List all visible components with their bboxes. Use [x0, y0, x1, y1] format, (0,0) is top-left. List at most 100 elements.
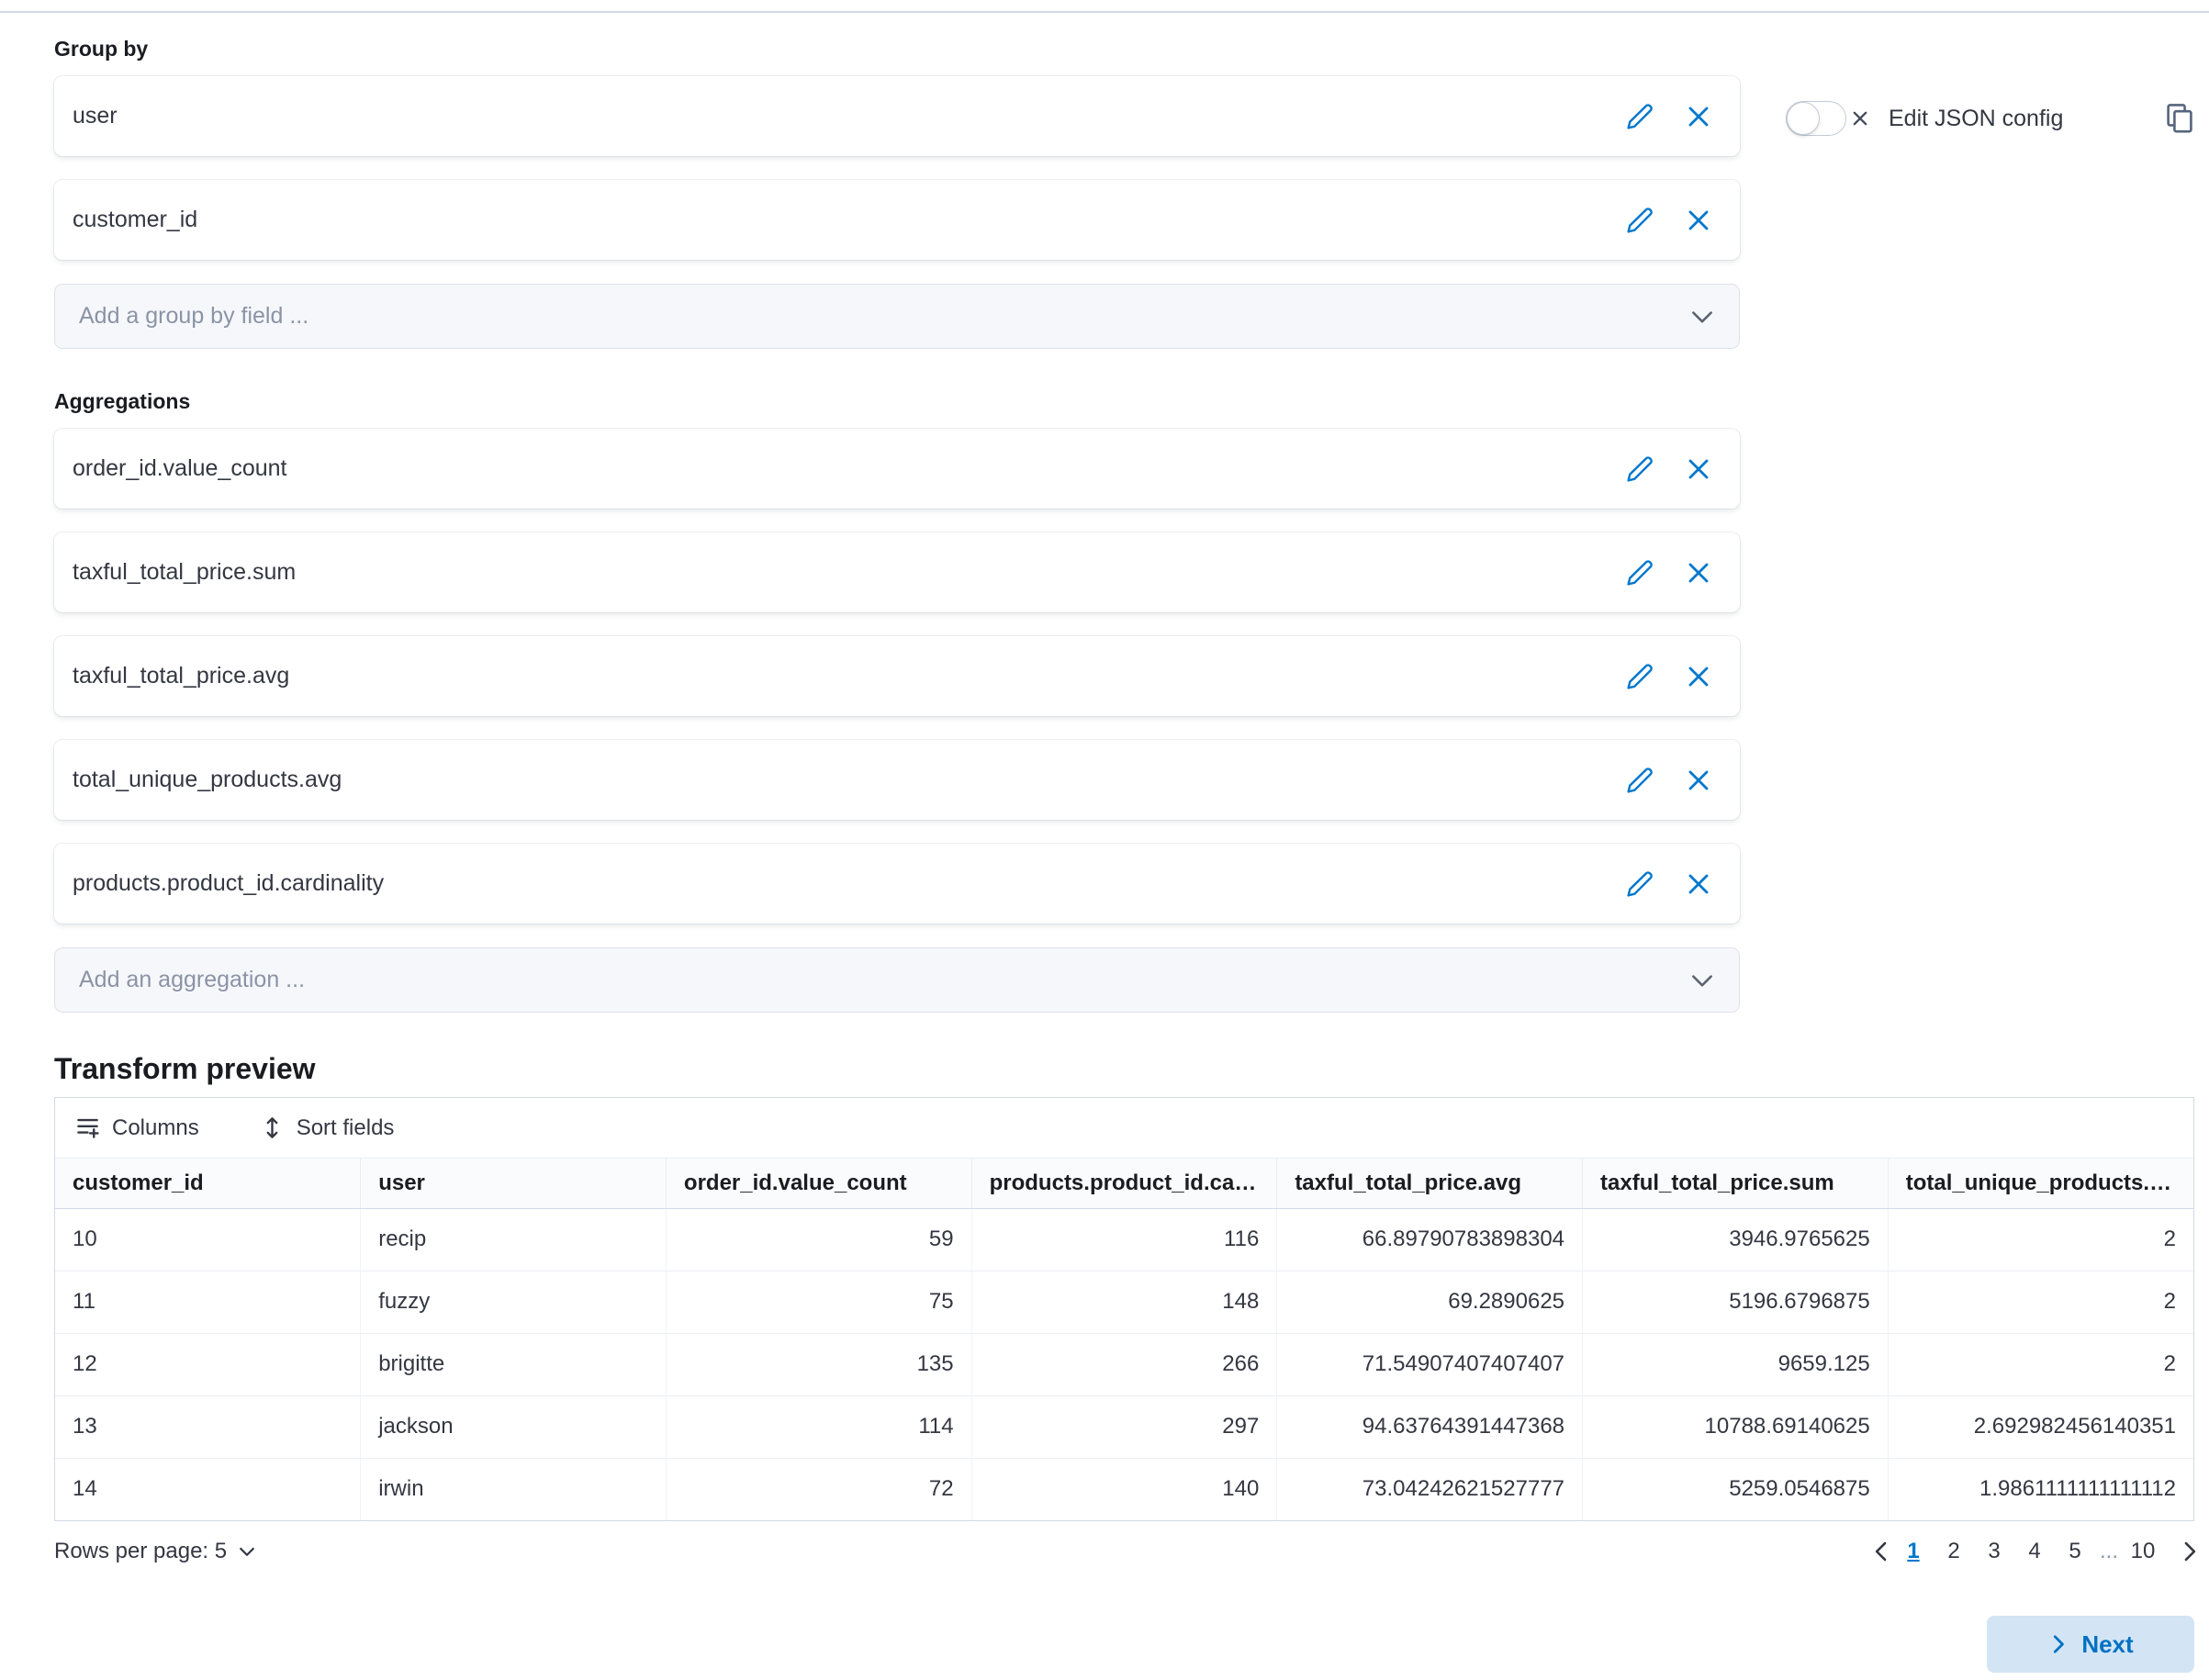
table-cell: 2: [1888, 1271, 2193, 1333]
table-cell: 94.63764391447368: [1277, 1395, 1583, 1458]
edit-json-toggle[interactable]: [1786, 101, 1846, 136]
remove-icon[interactable]: [1685, 559, 1712, 587]
table-cell: 10788.69140625: [1583, 1395, 1889, 1458]
table-cell: 148: [971, 1271, 1277, 1333]
table-cell: 297: [971, 1395, 1277, 1458]
group-by-field-label: user: [73, 103, 1595, 129]
aggregation-item: taxful_total_price.sum: [54, 532, 1740, 612]
table-cell: 140: [971, 1458, 1277, 1520]
edit-json-config-row: Edit JSON config: [1786, 101, 2194, 136]
next-button-label: Next: [2081, 1630, 2133, 1659]
remove-icon[interactable]: [1685, 767, 1712, 794]
table-row: 12brigitte13526671.549074074074079659.12…: [55, 1333, 2193, 1395]
columns-icon: [75, 1115, 100, 1140]
edit-icon[interactable]: [1626, 870, 1654, 898]
table-cell: 2: [1888, 1208, 2193, 1271]
transform-config-section: Group by user customer_id Add a group by …: [54, 37, 1740, 1035]
table-cell: 9659.125: [1583, 1333, 1889, 1395]
table-cell: 72: [666, 1458, 971, 1520]
column-header[interactable]: customer_id: [55, 1159, 361, 1208]
table-cell: 135: [666, 1333, 971, 1395]
aggregation-label: total_unique_products.avg: [73, 767, 1595, 793]
group-by-field-item: customer_id: [54, 180, 1740, 260]
sort-fields-button[interactable]: Sort fields: [260, 1115, 395, 1141]
wizard-actions: Next: [54, 1616, 2194, 1673]
edit-icon[interactable]: [1626, 559, 1654, 587]
table-cell: 5196.6796875: [1583, 1271, 1889, 1333]
rows-per-page-selector[interactable]: Rows per page: 5: [54, 1539, 258, 1564]
sort-fields-button-label: Sort fields: [297, 1115, 395, 1141]
page-ellipsis: ...: [2095, 1535, 2123, 1568]
column-header[interactable]: order_id.value_count: [666, 1159, 971, 1208]
table-cell: 12: [55, 1333, 361, 1395]
table-cell: brigitte: [361, 1333, 667, 1395]
table-cell: fuzzy: [361, 1271, 667, 1333]
group-by-field-label: customer_id: [73, 207, 1595, 233]
table-cell: irwin: [361, 1458, 667, 1520]
add-aggregation-combobox[interactable]: Add an aggregation ...: [54, 947, 1740, 1013]
column-header[interactable]: taxful_total_price.avg: [1277, 1159, 1583, 1208]
table-row: 13jackson11429794.6376439144736810788.69…: [55, 1395, 2193, 1458]
transform-preview-panel: Columns Sort fields customer_iduserorder…: [54, 1097, 2194, 1521]
edit-icon[interactable]: [1626, 455, 1654, 483]
remove-icon[interactable]: [1685, 103, 1712, 130]
next-page-icon[interactable]: [2170, 1540, 2194, 1563]
table-cell: 66.89790783898304: [1277, 1208, 1583, 1271]
toggle-off-icon: [1850, 108, 1870, 129]
table-cell: 75: [666, 1271, 971, 1333]
page-number[interactable]: 5: [2055, 1535, 2095, 1568]
column-header[interactable]: total_unique_products.a...: [1888, 1159, 2193, 1208]
page-number[interactable]: 10: [2123, 1535, 2163, 1568]
table-cell: 5259.0546875: [1583, 1458, 1889, 1520]
columns-button-label: Columns: [112, 1115, 199, 1141]
columns-button[interactable]: Columns: [75, 1115, 199, 1141]
edit-icon[interactable]: [1626, 103, 1654, 130]
table-cell: recip: [361, 1208, 667, 1271]
table-cell: 10: [55, 1208, 361, 1271]
add-aggregation-placeholder: Add an aggregation ...: [79, 967, 1689, 993]
aggregation-label: taxful_total_price.sum: [73, 559, 1595, 586]
table-cell: 1.9861111111111112: [1888, 1458, 2193, 1520]
add-group-by-combobox[interactable]: Add a group by field ...: [54, 284, 1740, 349]
edit-json-config-label: Edit JSON config: [1889, 106, 2063, 132]
table-row: 10recip5911666.897907838983043946.976562…: [55, 1208, 2193, 1271]
page-number[interactable]: 2: [1934, 1535, 1974, 1568]
chevron-right-icon: [2047, 1633, 2069, 1655]
edit-icon[interactable]: [1626, 767, 1654, 794]
aggregation-item: products.product_id.cardinality: [54, 844, 1740, 924]
page-number-list: 12345...10: [1893, 1535, 2163, 1568]
table-cell: 3946.9765625: [1583, 1208, 1889, 1271]
aggregations-list: order_id.value_counttaxful_total_price.s…: [54, 429, 1740, 924]
grid-footer: Rows per page: 5 12345...10: [54, 1535, 2194, 1568]
table-cell: 14: [55, 1458, 361, 1520]
table-cell: jackson: [361, 1395, 667, 1458]
table-cell: 116: [971, 1208, 1277, 1271]
table-row: 11fuzzy7514869.28906255196.67968752: [55, 1271, 2193, 1333]
edit-icon[interactable]: [1626, 207, 1654, 234]
group-by-label: Group by: [54, 37, 1740, 62]
next-button[interactable]: Next: [1987, 1616, 2194, 1673]
copy-to-clipboard-icon[interactable]: [2165, 103, 2194, 134]
chevron-down-icon[interactable]: [1689, 304, 1715, 330]
aggregation-label: products.product_id.cardinality: [73, 870, 1595, 897]
rows-per-page-label: Rows per page: 5: [54, 1539, 227, 1564]
grid-toolbar: Columns Sort fields: [55, 1098, 2193, 1159]
aggregation-item: total_unique_products.avg: [54, 740, 1740, 820]
previous-page-icon[interactable]: [1862, 1540, 1886, 1563]
page-number[interactable]: 3: [1974, 1535, 2014, 1568]
aggregation-label: taxful_total_price.avg: [73, 663, 1595, 689]
remove-icon[interactable]: [1685, 207, 1712, 234]
column-header[interactable]: products.product_id.car...: [971, 1159, 1277, 1208]
remove-icon[interactable]: [1685, 663, 1712, 690]
remove-icon[interactable]: [1685, 455, 1712, 483]
table-cell: 114: [666, 1395, 971, 1458]
table-cell: 2: [1888, 1333, 2193, 1395]
column-header[interactable]: taxful_total_price.sum: [1583, 1159, 1889, 1208]
page-number[interactable]: 1: [1893, 1535, 1934, 1568]
chevron-down-icon[interactable]: [1689, 968, 1715, 993]
remove-icon[interactable]: [1685, 870, 1712, 898]
edit-icon[interactable]: [1626, 663, 1654, 690]
page-number[interactable]: 4: [2014, 1535, 2055, 1568]
table-cell: 266: [971, 1333, 1277, 1395]
column-header[interactable]: user: [361, 1159, 667, 1208]
